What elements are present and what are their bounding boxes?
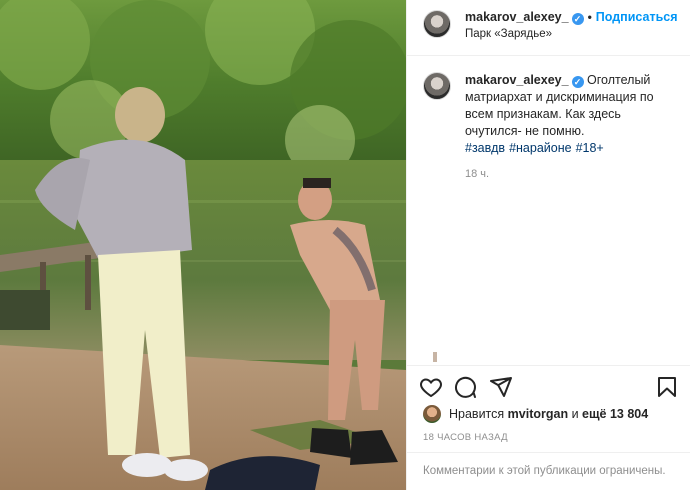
likes-text: Нравится mvitorgan и ещё 13 804 bbox=[449, 407, 648, 421]
share-icon[interactable] bbox=[489, 375, 513, 399]
liker-avatar[interactable] bbox=[423, 405, 441, 423]
post-photo[interactable] bbox=[0, 0, 406, 490]
scroll-indicator bbox=[433, 352, 437, 362]
likes-count[interactable]: ещё 13 804 bbox=[582, 407, 648, 421]
verified-badge-icon: ✓ bbox=[571, 13, 584, 25]
hashtag-link[interactable]: #18+ bbox=[576, 141, 604, 155]
caption-body: makarov_alexey_ ✓ Оголтелый матриархат и … bbox=[465, 72, 675, 157]
caption-username[interactable]: makarov_alexey_ bbox=[465, 73, 569, 87]
follow-button[interactable]: Подписаться bbox=[596, 10, 678, 24]
comment-bar: Комментарии к этой публикации ограничены… bbox=[407, 452, 690, 490]
separator: • bbox=[587, 10, 592, 24]
liker-username[interactable]: mvitorgan bbox=[508, 407, 568, 421]
photo-scene bbox=[0, 0, 406, 490]
author-avatar[interactable] bbox=[423, 10, 451, 38]
verified-badge-icon: ✓ bbox=[571, 76, 584, 88]
likes-prefix: Нравится bbox=[449, 407, 505, 421]
hashtag-link[interactable]: #нарайоне bbox=[509, 141, 572, 155]
header-username-row: makarov_alexey_ ✓ • Подписаться bbox=[465, 10, 678, 25]
bookmark-icon[interactable] bbox=[655, 375, 679, 399]
posted-ago[interactable]: 18 ЧАСОВ НАЗАД bbox=[423, 432, 508, 443]
location-link[interactable]: Парк «Зарядье» bbox=[465, 28, 552, 40]
likes-row: Нравится mvitorgan и ещё 13 804 bbox=[423, 405, 690, 425]
post-side-panel: makarov_alexey_ ✓ • Подписаться Парк «Заряд… bbox=[406, 0, 690, 490]
heart-icon[interactable] bbox=[419, 375, 443, 399]
author-username[interactable]: makarov_alexey_ bbox=[465, 10, 569, 24]
likes-middle: и bbox=[571, 407, 579, 421]
comment-icon[interactable] bbox=[453, 375, 477, 399]
caption-avatar[interactable] bbox=[423, 72, 451, 100]
action-bar bbox=[407, 352, 690, 405]
caption-time: 18 ч. bbox=[465, 168, 490, 180]
post-header: makarov_alexey_ ✓ • Подписаться Парк «Заряд… bbox=[407, 0, 690, 56]
comments-restricted-note: Комментарии к этой публикации ограничены… bbox=[423, 465, 666, 477]
instagram-post: makarov_alexey_ ✓ • Подписаться Парк «Заряд… bbox=[0, 0, 690, 490]
hashtag-link[interactable]: #завдв bbox=[465, 141, 505, 155]
